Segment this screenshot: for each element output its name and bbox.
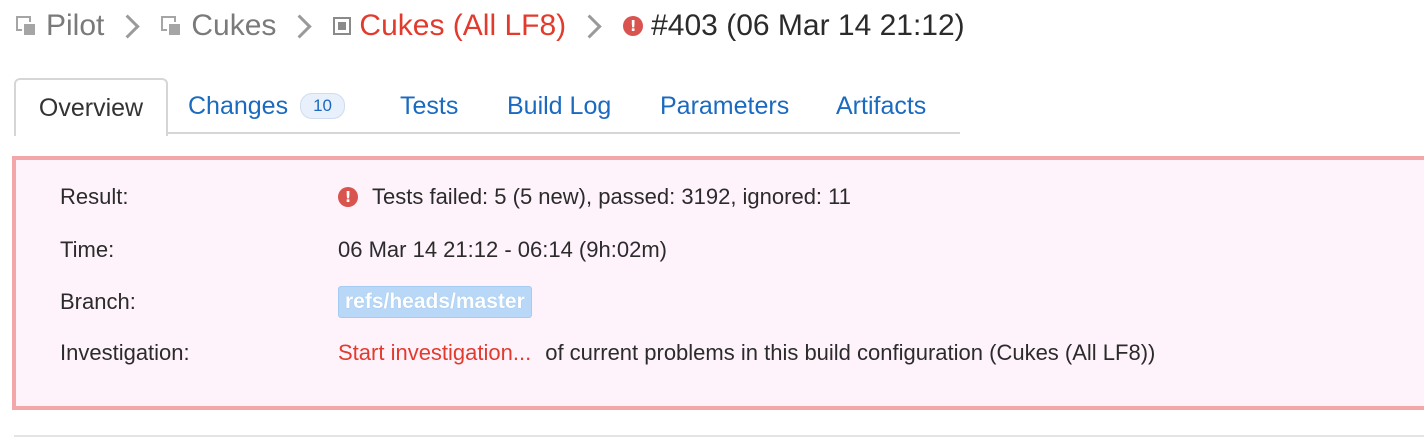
build-config-icon [333,17,352,35]
breadcrumb-subproject-label: Cukes [191,9,277,42]
branch-value: refs/heads/master [338,286,532,318]
chevron-right-icon [577,13,602,39]
breadcrumb-build-config[interactable]: Cukes (All LF8) [333,9,566,43]
start-investigation-link[interactable]: Start investigation... [338,340,531,366]
breadcrumb-subproject[interactable]: Cukes [161,9,276,43]
tab-tests-label: Tests [400,91,459,120]
time-label: Time: [60,237,115,262]
changes-count-badge: 10 [300,93,345,119]
tab-overview-label: Overview [38,93,144,122]
error-icon: ! [338,187,358,207]
breadcrumb-build-label: #403 (06 Mar 14 21:12) [651,9,965,42]
time-value: 06 Mar 14 21:12 - 06:14 (9h:02m) [338,237,667,262]
breadcrumb-build: ! #403 (06 Mar 14 21:12) [623,9,965,43]
branch-label: Branch: [60,289,136,314]
chevron-right-icon [288,13,313,39]
error-icon: ! [623,16,644,36]
project-icon [16,16,38,37]
tab-artifacts[interactable]: Artifacts [836,78,926,134]
tab-tests[interactable]: Tests [400,78,458,134]
result-value: ! Tests failed: 5 (5 new), passed: 3192,… [338,184,851,210]
tab-bar: Overview Changes 10 Tests Build Log Para… [14,78,960,136]
investigation-text: of current problems in this build config… [545,340,1156,365]
result-text: Tests failed: 5 (5 new), passed: 3192, i… [372,184,851,209]
tab-parameters-label: Parameters [660,91,790,120]
branch-row: Branch: refs/heads/master [60,285,1424,319]
divider [14,435,1424,437]
chevron-right-icon [116,13,141,39]
tab-artifacts-label: Artifacts [836,91,927,120]
investigation-label: Investigation: [60,340,190,365]
tab-changes[interactable]: Changes 10 [188,78,345,134]
tab-build-log[interactable]: Build Log [507,78,611,134]
breadcrumb: Pilot Cukes Cukes (All LF8) ! #403 (06 M… [16,6,965,46]
tab-overview[interactable]: Overview [14,78,168,136]
time-row: Time: 06 Mar 14 21:12 - 06:14 (9h:02m) [60,233,1424,267]
result-label: Result: [60,184,129,209]
breadcrumb-project-label: Pilot [46,9,105,42]
result-row: Result: ! Tests failed: 5 (5 new), passe… [60,180,1424,214]
tab-changes-label: Changes [188,91,289,120]
build-summary-panel: Result: ! Tests failed: 5 (5 new), passe… [12,156,1424,410]
investigation-value: Start investigation... of current proble… [338,340,1155,366]
breadcrumb-project[interactable]: Pilot [16,9,104,43]
investigation-row: Investigation: Start investigation... of… [60,336,1424,370]
tab-build-log-label: Build Log [507,91,612,120]
branch-badge: refs/heads/master [338,286,532,318]
tab-parameters[interactable]: Parameters [660,78,789,134]
project-icon [161,16,183,37]
breadcrumb-build-config-label: Cukes (All LF8) [359,9,567,42]
